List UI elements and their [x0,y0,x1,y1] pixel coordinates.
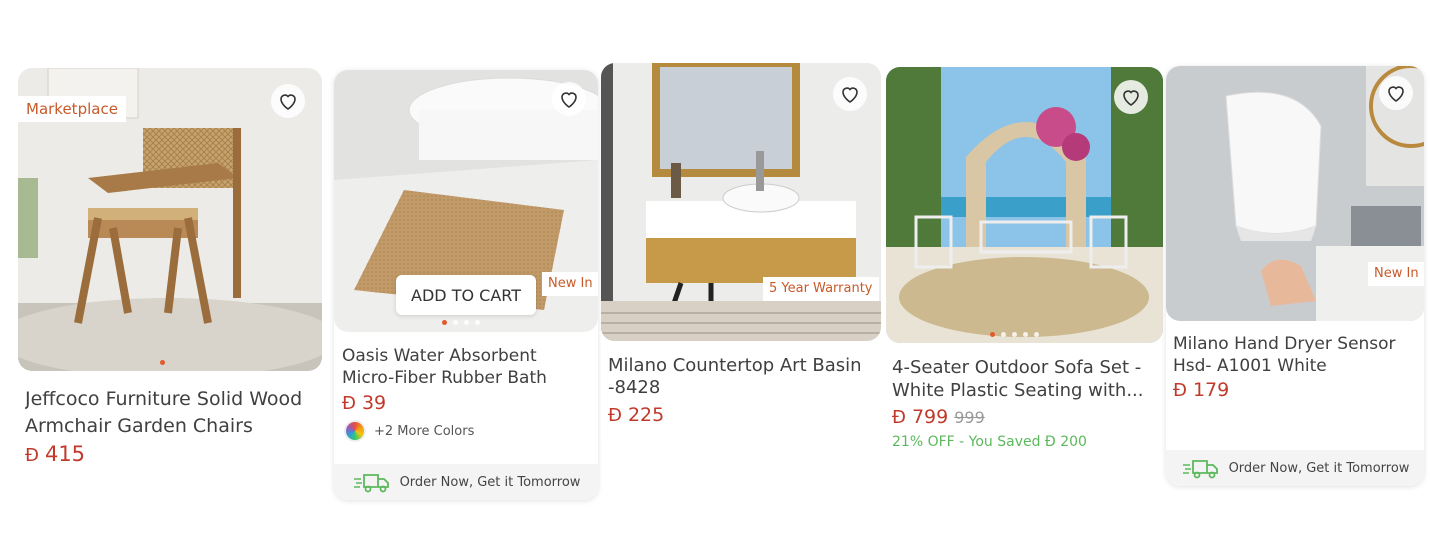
product-card[interactable]: 4-Seater Outdoor Sofa Set - White Plasti… [886,67,1163,467]
currency-symbol: Ð [342,393,356,414]
delivery-banner: Order Now, Get it Tomorrow [334,464,598,500]
original-price: 999 [954,408,985,427]
truck-icon [1182,460,1218,479]
currency-symbol: Ð [608,405,622,426]
currency-symbol: Ð [25,445,39,466]
price-value: 415 [44,442,86,466]
color-wheel-icon [344,420,366,442]
product-carousel: Marketplace Jeffcoco Furniture Solid Woo… [0,0,1450,550]
wishlist-heart-icon[interactable] [552,82,586,116]
product-price: Ð 415 [25,442,85,466]
product-card[interactable]: New In Milano Hand Dryer Sensor Hsd- A10… [1166,66,1424,486]
wishlist-heart-icon[interactable] [1114,80,1148,114]
image-pagination [442,320,480,325]
product-price: Ð 179 [1173,379,1229,401]
delivery-banner: Order Now, Get it Tomorrow [1166,450,1424,486]
delivery-text: Order Now, Get it Tomorrow [399,474,581,490]
more-colors-label: +2 More Colors [374,423,475,439]
price-value: 799 [911,406,949,428]
product-card[interactable]: 5 Year Warranty Milano Countertop Art Ba… [601,63,881,443]
product-card[interactable]: Marketplace Jeffcoco Furniture Solid Woo… [18,68,322,478]
add-to-cart-button[interactable]: ADD TO CART [396,275,536,315]
price-value: 225 [627,404,665,426]
product-title[interactable]: 4-Seater Outdoor Sofa Set - White Plasti… [892,356,1157,402]
product-price: Ð 799 999 [892,406,985,428]
image-pagination [160,360,165,365]
wishlist-heart-icon[interactable] [1379,76,1413,110]
product-price: Ð 225 [608,404,664,426]
savings-text: 21% OFF - You Saved Ð 200 [892,434,1087,450]
warranty-badge: 5 Year Warranty [763,277,879,301]
delivery-text: Order Now, Get it Tomorrow [1228,460,1410,476]
price-value: 179 [1192,379,1230,401]
currency-symbol: Ð [892,407,906,428]
marketplace-badge: Marketplace [18,96,126,122]
image-pagination [990,332,1039,337]
product-title[interactable]: Milano Countertop Art Basin -8428 [608,355,873,399]
product-title[interactable]: Oasis Water Absorbent Micro-Fiber Rubber… [342,345,592,389]
price-value: 39 [361,392,387,414]
new-in-badge: New In [1368,262,1424,286]
wishlist-heart-icon[interactable] [833,77,867,111]
product-title[interactable]: Jeffcoco Furniture Solid Wood Armchair G… [25,386,315,440]
product-title[interactable]: Milano Hand Dryer Sensor Hsd- A1001 Whit… [1173,333,1418,377]
new-in-badge: New In [542,272,598,296]
product-card[interactable]: ADD TO CART New In Oasis Water Absorbent… [334,70,598,500]
color-options[interactable]: +2 More Colors [344,420,474,442]
wishlist-heart-icon[interactable] [271,84,305,118]
truck-icon [353,474,389,493]
currency-symbol: Ð [1173,380,1187,401]
product-price: Ð 39 [342,392,386,414]
